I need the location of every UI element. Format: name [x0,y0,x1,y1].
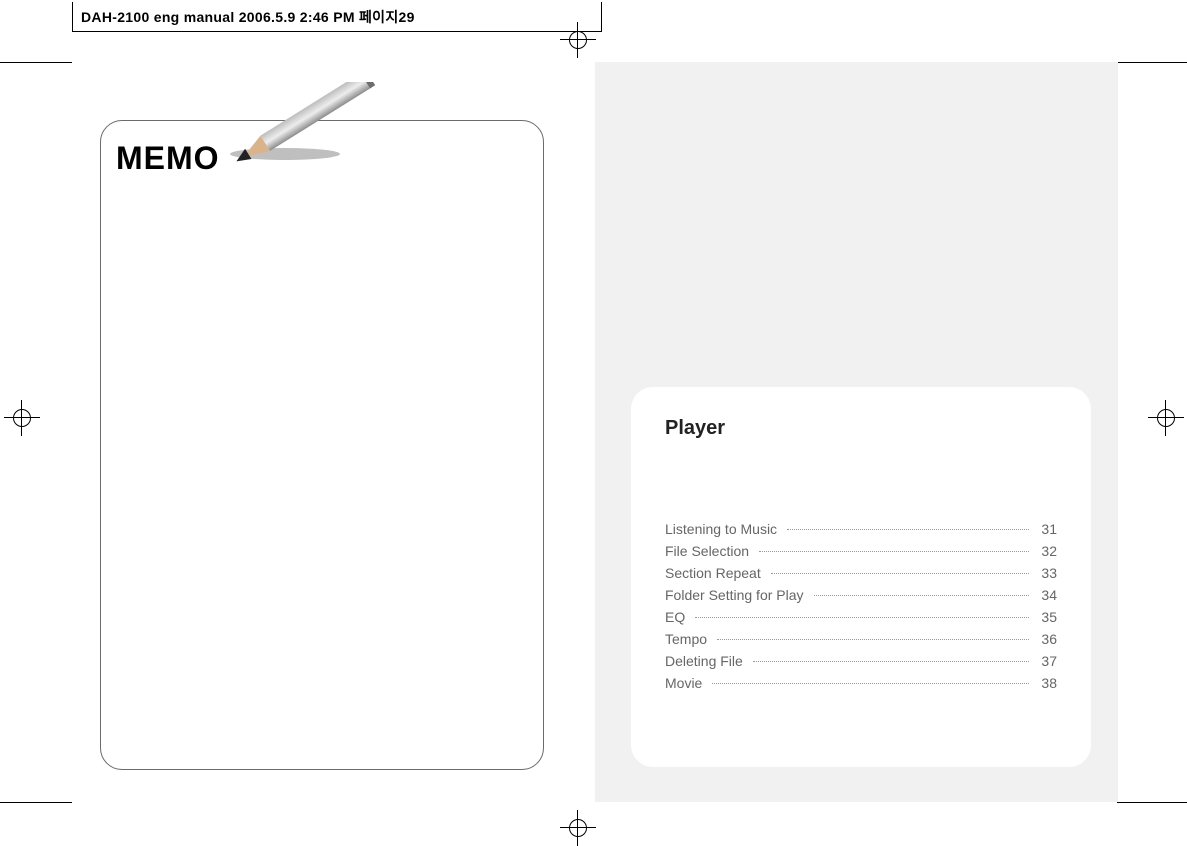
toc-item: Tempo 36 [665,628,1057,650]
slug-text: DAH-2100 eng manual 2006.5.9 2:46 PM 페이지… [81,7,415,27]
toc-leader-dots [695,617,1029,618]
memo-title: MEMO [116,140,220,177]
toc-label: EQ [665,606,689,628]
toc-label: Listening to Music [665,518,781,540]
toc-item: File Selection 32 [665,540,1057,562]
toc-item: EQ 35 [665,606,1057,628]
toc-item: Folder Setting for Play 34 [665,584,1057,606]
toc-page-number: 33 [1035,562,1057,584]
toc-leader-dots [712,683,1029,684]
player-panel: Player Listening to Music 31 File Select… [631,387,1091,767]
registration-mark-bottom [560,810,596,846]
toc-list: Listening to Music 31 File Selection 32 … [665,518,1057,694]
toc-leader-dots [814,595,1029,596]
toc-label: Movie [665,672,706,694]
toc-page-number: 32 [1035,540,1057,562]
toc-label: Folder Setting for Play [665,584,808,606]
toc-label: Tempo [665,628,711,650]
toc-item: Listening to Music 31 [665,518,1057,540]
toc-item: Movie 38 [665,672,1057,694]
toc-item: Deleting File 37 [665,650,1057,672]
trim-line [1117,802,1187,803]
trim-line [1117,62,1187,63]
toc-page-number: 35 [1035,606,1057,628]
toc-page-number: 36 [1035,628,1057,650]
memo-panel [100,120,544,770]
toc-leader-dots [787,529,1029,530]
toc-page-number: 38 [1035,672,1057,694]
registration-mark-right [1148,400,1184,436]
page-right: Player Listening to Music 31 File Select… [595,62,1118,802]
toc-leader-dots [753,661,1029,662]
registration-mark-top [560,22,596,58]
print-slug-header: DAH-2100 eng manual 2006.5.9 2:46 PM 페이지… [72,2,602,32]
trim-line [0,802,72,803]
toc-leader-dots [759,551,1029,552]
registration-mark-left [4,400,40,436]
page-spread: MEMO [72,62,1118,802]
toc-item: Section Repeat 33 [665,562,1057,584]
section-title: Player [665,417,1057,440]
toc-label: File Selection [665,540,753,562]
toc-page-number: 34 [1035,584,1057,606]
page-left: MEMO [72,62,595,802]
toc-leader-dots [771,573,1029,574]
toc-leader-dots [717,639,1029,640]
toc-label: Deleting File [665,650,747,672]
toc-page-number: 37 [1035,650,1057,672]
trim-line [0,62,72,63]
toc-page-number: 31 [1035,518,1057,540]
toc-label: Section Repeat [665,562,765,584]
